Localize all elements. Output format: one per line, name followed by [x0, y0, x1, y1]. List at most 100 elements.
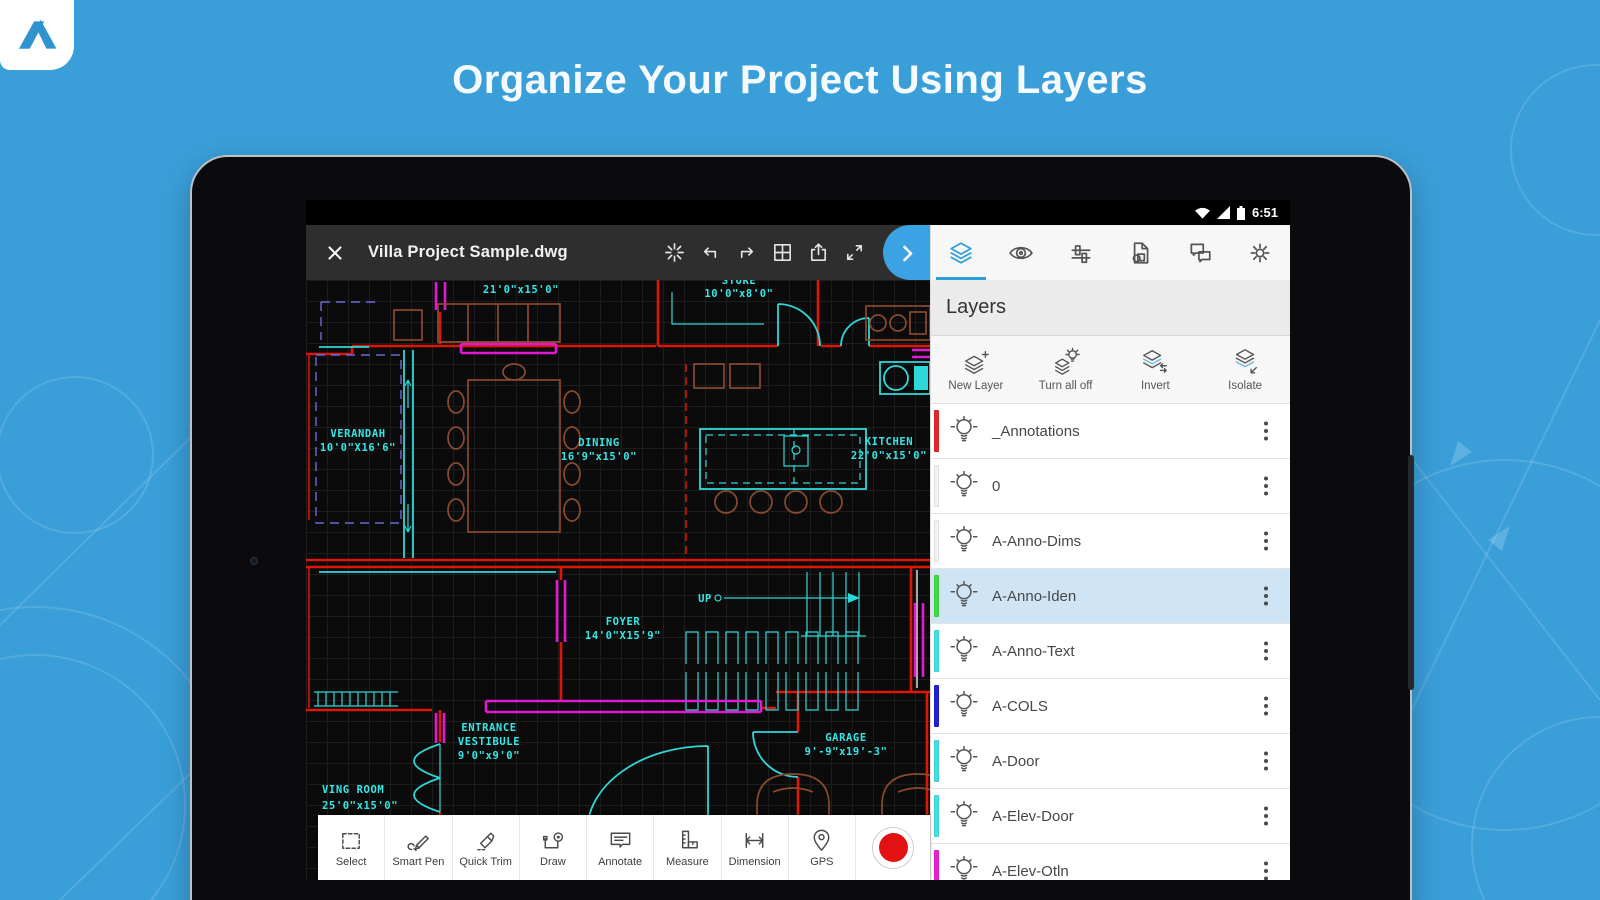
tab-visibility[interactable]	[991, 225, 1051, 280]
collapse-panel-button[interactable]	[883, 225, 930, 280]
layer-row[interactable]: A-Elev-Door	[931, 789, 1290, 844]
chevron-right-icon	[895, 240, 919, 266]
tool-draw[interactable]: Draw	[520, 815, 587, 880]
tab-xref[interactable]	[1110, 225, 1170, 280]
battery-icon	[1237, 206, 1245, 220]
status-bar: 6:51	[306, 200, 1290, 225]
layer-options-icon[interactable]	[1262, 530, 1270, 552]
layer-name: A-Anno-Text	[992, 643, 1075, 660]
drawing-canvas-area[interactable]: 21'0"x15'0" STORE 10'0"x8'0" VERANDAH 10…	[306, 225, 930, 880]
record-button[interactable]	[872, 827, 914, 869]
tool-gps[interactable]: GPS	[789, 815, 856, 880]
layer-row[interactable]: A-Anno-Iden	[931, 569, 1290, 624]
record-slot	[856, 815, 930, 880]
measure-icon	[674, 827, 701, 854]
app-main: 21'0"x15'0" STORE 10'0"x8'0" VERANDAH 10…	[306, 225, 1290, 880]
tablet-power-button	[1408, 455, 1414, 690]
record-dot-icon	[879, 833, 908, 862]
tools-toolbar: Select Smart Pen Qui	[318, 815, 930, 880]
layer-row[interactable]: 0	[931, 459, 1290, 514]
tool-smart-pen[interactable]: Smart Pen	[385, 815, 452, 880]
layer-row[interactable]: A-COLS	[931, 679, 1290, 734]
tool-dimension[interactable]: Dimension	[722, 815, 789, 880]
undo-icon[interactable]	[699, 241, 722, 264]
close-icon[interactable]	[324, 242, 346, 264]
room-label-vestibule-dims: 9'0"x9'0"	[458, 750, 520, 762]
layer-options-icon[interactable]	[1262, 640, 1270, 662]
eye-icon	[1008, 240, 1034, 266]
tab-comments[interactable]	[1170, 225, 1230, 280]
draw-icon	[539, 827, 566, 854]
layer-visibility-bulb-icon[interactable]	[949, 745, 979, 777]
share-icon[interactable]	[807, 241, 830, 264]
layer-name: A-COLS	[992, 698, 1048, 715]
tool-quick-trim[interactable]: Quick Trim	[453, 815, 520, 880]
layer-visibility-bulb-icon[interactable]	[949, 855, 979, 880]
new-layer-button[interactable]: New Layer	[931, 336, 1021, 403]
zoom-fit-icon[interactable]	[663, 241, 686, 264]
redo-icon[interactable]	[735, 241, 758, 264]
layer-options-icon[interactable]	[1262, 475, 1270, 497]
layer-options-icon[interactable]	[1262, 750, 1270, 772]
layer-row[interactable]: A-Anno-Text	[931, 624, 1290, 679]
layer-options-icon[interactable]	[1262, 805, 1270, 827]
layer-color-stripe	[934, 685, 939, 727]
room-label-garage-dims: 9'-9"x19'-3"	[804, 746, 887, 758]
layer-visibility-bulb-icon[interactable]	[949, 415, 979, 447]
layer-options-icon[interactable]	[1262, 420, 1270, 442]
layer-color-stripe	[934, 850, 939, 880]
room-label-verandah: VERANDAH	[330, 428, 385, 440]
layer-color-stripe	[934, 630, 939, 672]
layer-options-icon[interactable]	[1262, 860, 1270, 880]
room-label-vestibule: VESTIBULE	[458, 736, 520, 748]
document-title: Villa Project Sample.dwg	[368, 243, 568, 262]
layer-row[interactable]: _Annotations	[931, 404, 1290, 459]
page-title: Organize Your Project Using Layers	[0, 58, 1600, 103]
room-label-entrance: ENTRANCE	[461, 722, 516, 734]
layer-color-stripe	[934, 520, 939, 562]
layer-options-icon[interactable]	[1262, 585, 1270, 607]
comments-icon	[1187, 240, 1213, 266]
room-label-garage: GARAGE	[825, 732, 867, 744]
layer-name: 0	[992, 478, 1000, 495]
layers-panel: Layers New Layer	[930, 225, 1290, 880]
gear-icon	[1247, 240, 1273, 266]
gps-icon	[808, 827, 835, 854]
layer-visibility-bulb-icon[interactable]	[949, 525, 979, 557]
room-label-dining: DINING	[578, 437, 620, 449]
layer-row[interactable]: A-Door	[931, 734, 1290, 789]
turn-all-off-icon	[1051, 347, 1081, 377]
room-label-store-dims: 10'0"x8'0"	[704, 288, 773, 300]
layer-name: A-Elev-Otln	[992, 863, 1069, 880]
tab-settings[interactable]	[1230, 225, 1290, 280]
quick-trim-icon	[472, 827, 499, 854]
room-label-lounge-dims: 21'0"x15'0"	[483, 284, 559, 296]
cad-drawing[interactable]: 21'0"x15'0" STORE 10'0"x8'0" VERANDAH 10…	[306, 225, 930, 880]
tab-layers[interactable]	[931, 225, 991, 280]
tool-select[interactable]: Select	[318, 815, 385, 880]
isolate-button[interactable]: Isolate	[1200, 336, 1290, 403]
new-layer-icon	[961, 347, 991, 377]
panel-tabs	[931, 225, 1290, 280]
layer-visibility-bulb-icon[interactable]	[949, 635, 979, 667]
layer-options-icon[interactable]	[1262, 695, 1270, 717]
layer-visibility-bulb-icon[interactable]	[949, 800, 979, 832]
cellular-icon	[1217, 206, 1230, 219]
viewports-icon[interactable]	[771, 241, 794, 264]
layer-name: A-Anno-Dims	[992, 533, 1081, 550]
turn-all-off-button[interactable]: Turn all off	[1021, 336, 1111, 403]
tool-measure[interactable]: Measure	[654, 815, 721, 880]
invert-button[interactable]: Invert	[1111, 336, 1201, 403]
room-label-living: VING ROOM	[322, 784, 384, 796]
layer-visibility-bulb-icon[interactable]	[949, 690, 979, 722]
layer-visibility-bulb-icon[interactable]	[949, 470, 979, 502]
layer-row[interactable]: A-Elev-Otln	[931, 844, 1290, 880]
fullscreen-icon[interactable]	[843, 241, 866, 264]
layer-row[interactable]: A-Anno-Dims	[931, 514, 1290, 569]
tool-annotate[interactable]: Annotate	[587, 815, 654, 880]
tab-adjust[interactable]	[1051, 225, 1111, 280]
layer-name: A-Door	[992, 753, 1040, 770]
layer-color-stripe	[934, 795, 939, 837]
layer-visibility-bulb-icon[interactable]	[949, 580, 979, 612]
invert-icon	[1140, 347, 1170, 377]
